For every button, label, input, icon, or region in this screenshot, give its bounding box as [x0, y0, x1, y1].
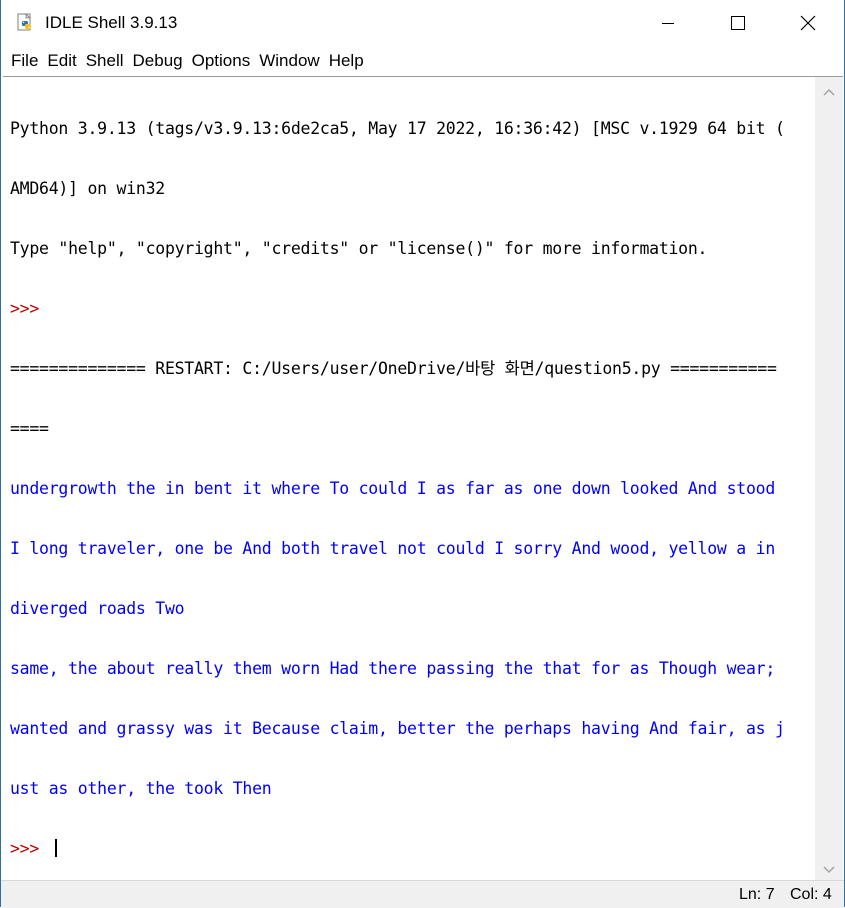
- idle-shell-window: IDLE Shell 3.9.13 File Edit Shell Debug …: [0, 0, 845, 908]
- menu-options[interactable]: Options: [192, 51, 251, 71]
- scroll-down-button[interactable]: [815, 855, 843, 881]
- minimize-icon: [662, 17, 674, 29]
- shell-line: AMD64)] on win32: [10, 179, 165, 198]
- shell-prompt: >>>: [10, 299, 49, 318]
- shell-output: Python 3.9.13 (tags/v3.9.13:6de2ca5, May…: [10, 79, 785, 881]
- menu-debug[interactable]: Debug: [133, 51, 183, 71]
- title-bar[interactable]: IDLE Shell 3.9.13: [1, 0, 844, 46]
- vertical-scrollbar[interactable]: [815, 76, 843, 881]
- status-bar: Ln: 7 Col: 4: [1, 880, 844, 908]
- menu-shell[interactable]: Shell: [86, 51, 124, 71]
- restart-banner: ============== RESTART: C:/Users/user/On…: [10, 359, 777, 378]
- python-idle-icon: [16, 13, 36, 33]
- shell-line: Python 3.9.13 (tags/v3.9.13:6de2ca5, May…: [10, 119, 785, 138]
- text-cursor: [54, 839, 57, 857]
- scroll-down-arrow-icon: [823, 859, 835, 878]
- program-output-line: undergrowth the in bent it where To coul…: [10, 479, 776, 498]
- column-number-status: Col: 4: [790, 886, 832, 903]
- current-input-line[interactable]: >>>: [10, 839, 785, 859]
- program-output-line: wanted and grassy was it Because claim, …: [10, 719, 785, 738]
- menu-bar: File Edit Shell Debug Options Window Hel…: [1, 46, 844, 76]
- program-output-line: ust as other, the took Then: [10, 779, 272, 798]
- close-button[interactable]: [773, 0, 843, 46]
- restart-banner-cont: ====: [10, 419, 49, 438]
- shell-text-area[interactable]: Python 3.9.13 (tags/v3.9.13:6de2ca5, May…: [3, 76, 815, 881]
- shell-line: Type "help", "copyright", "credits" or "…: [10, 239, 708, 258]
- minimize-button[interactable]: [633, 0, 703, 46]
- window-title: IDLE Shell 3.9.13: [45, 13, 178, 32]
- program-output-line: same, the about really them worn Had the…: [10, 659, 776, 678]
- menu-window[interactable]: Window: [259, 51, 319, 71]
- close-icon: [800, 15, 816, 31]
- program-output-line: I long traveler, one be And both travel …: [10, 539, 776, 558]
- menu-edit[interactable]: Edit: [47, 51, 76, 71]
- maximize-button[interactable]: [703, 0, 773, 46]
- scroll-up-arrow-icon: [823, 81, 835, 100]
- program-output-line: diverged roads Two: [10, 599, 185, 618]
- scroll-up-button[interactable]: [815, 77, 843, 103]
- menu-help[interactable]: Help: [329, 51, 364, 71]
- current-prompt: >>>: [10, 839, 49, 858]
- maximize-icon: [731, 16, 745, 30]
- menu-file[interactable]: File: [11, 51, 38, 71]
- line-number-status: Ln: 7: [739, 886, 775, 903]
